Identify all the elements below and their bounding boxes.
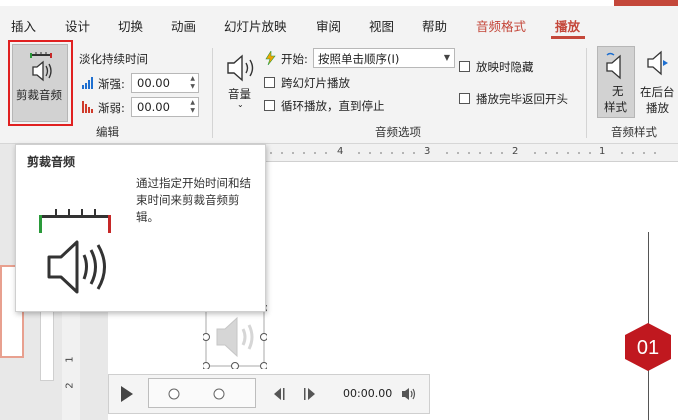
- tab-slideshow[interactable]: 幻灯片放映: [224, 16, 287, 35]
- ruler-tick-label: 3: [424, 146, 431, 157]
- skip-forward-icon[interactable]: [303, 388, 317, 400]
- fade-duration-label: 淡化持续时间: [79, 52, 148, 66]
- fade-in-spinner[interactable]: 00.00 ▲ ▼: [131, 73, 199, 93]
- tab-animations[interactable]: 动画: [171, 16, 196, 35]
- fade-out-label: 渐弱:: [98, 101, 125, 115]
- tab-view[interactable]: 视图: [369, 16, 394, 35]
- tab-playback[interactable]: 播放: [555, 16, 580, 35]
- start-select[interactable]: 按照单击顺序(I) ▼: [313, 48, 455, 68]
- hide-during-show-label[interactable]: 放映时隐藏: [476, 59, 534, 75]
- no-style-label-line2: 样式: [604, 100, 627, 114]
- trim-audio-tooltip: 剪裁音频 通过指定开始时间和结束时间来剪裁音频剪辑。: [15, 144, 266, 312]
- vruler-tick-label: 2: [64, 382, 76, 389]
- ruler-ticks: [270, 152, 656, 154]
- spin-down-icon[interactable]: ▼: [190, 108, 195, 114]
- group-separator: [212, 48, 213, 138]
- ruler-tick-label: 1: [599, 146, 606, 157]
- play-across-slides-checkbox[interactable]: [264, 77, 275, 88]
- volume-icon[interactable]: [226, 52, 256, 84]
- tab-transitions[interactable]: 切换: [118, 16, 143, 35]
- fade-in-value: 00.00: [137, 76, 170, 90]
- start-select-value: 按照单击顺序(I): [318, 52, 400, 66]
- audio-object[interactable]: [203, 305, 267, 369]
- play-in-background-label-line2[interactable]: 播放: [646, 100, 669, 116]
- spin-up-icon[interactable]: ▲: [190, 100, 195, 106]
- tooltip-title: 剪裁音频: [27, 155, 76, 169]
- active-tab-underline: [551, 36, 585, 39]
- ruler-tick-label: 2: [512, 146, 519, 157]
- audio-options-group-label: 音频选项: [375, 125, 421, 139]
- tab-insert[interactable]: 插入: [11, 16, 36, 35]
- trim-audio-highlight-box: [8, 40, 73, 126]
- audio-styles-group-label: 音频样式: [611, 125, 657, 139]
- play-icon[interactable]: [120, 386, 134, 402]
- play-in-background-label-line1[interactable]: 在后台: [640, 84, 675, 100]
- group-separator: [586, 48, 587, 138]
- no-style-button[interactable]: 无 样式: [597, 46, 635, 118]
- hide-during-show-checkbox[interactable]: [459, 61, 470, 72]
- tab-audio-format[interactable]: 音频格式: [476, 16, 526, 35]
- loop-until-stopped-label[interactable]: 循环播放，直到停止: [281, 98, 385, 114]
- player-volume-icon[interactable]: [401, 387, 417, 401]
- hexagon-number-badge: 01: [625, 323, 671, 371]
- timeline-markers: [168, 388, 225, 400]
- rewind-after-playing-label[interactable]: 播放完毕返回开头: [476, 91, 568, 107]
- badge-number: 01: [637, 337, 659, 359]
- fade-out-icon: [82, 101, 93, 113]
- tooltip-description: 通过指定开始时间和结束时间来剪裁音频剪辑。: [136, 176, 251, 224]
- fade-in-label: 渐强:: [98, 77, 125, 91]
- no-style-label-line1: 无: [612, 84, 624, 98]
- start-label: 开始:: [281, 52, 308, 66]
- chevron-down-icon: ▼: [443, 53, 450, 62]
- play-in-background-icon[interactable]: [645, 50, 671, 80]
- horizontal-ruler: 4 3 2 1: [266, 144, 678, 162]
- spin-down-icon[interactable]: ▼: [190, 84, 195, 90]
- ruler-tick-label: 4: [337, 146, 344, 157]
- playback-timeline[interactable]: [148, 378, 256, 408]
- spin-up-icon[interactable]: ▲: [190, 76, 195, 82]
- fade-out-value: 00.00: [137, 100, 170, 114]
- fade-in-icon: [82, 77, 93, 89]
- edit-group-label: 编辑: [96, 125, 119, 139]
- tab-design[interactable]: 设计: [65, 16, 90, 35]
- start-lightning-icon: [265, 51, 276, 65]
- rewind-after-playing-checkbox[interactable]: [459, 93, 470, 104]
- tab-help[interactable]: 帮助: [422, 16, 447, 35]
- no-style-icon: [606, 52, 621, 80]
- loop-until-stopped-checkbox[interactable]: [264, 100, 275, 111]
- fade-out-spinner[interactable]: 00.00 ▲ ▼: [131, 97, 199, 117]
- tab-review[interactable]: 审阅: [316, 16, 341, 35]
- volume-dropdown-icon[interactable]: ⌄: [237, 100, 244, 109]
- thumbnail-scrollbar[interactable]: [40, 306, 54, 381]
- vruler-tick-label: 1: [64, 356, 76, 363]
- play-across-slides-label[interactable]: 跨幻灯片播放: [281, 75, 350, 91]
- player-time: 00:00.00: [343, 387, 393, 400]
- skip-back-icon[interactable]: [272, 388, 286, 400]
- trim-audio-illustration-icon: [39, 209, 111, 294]
